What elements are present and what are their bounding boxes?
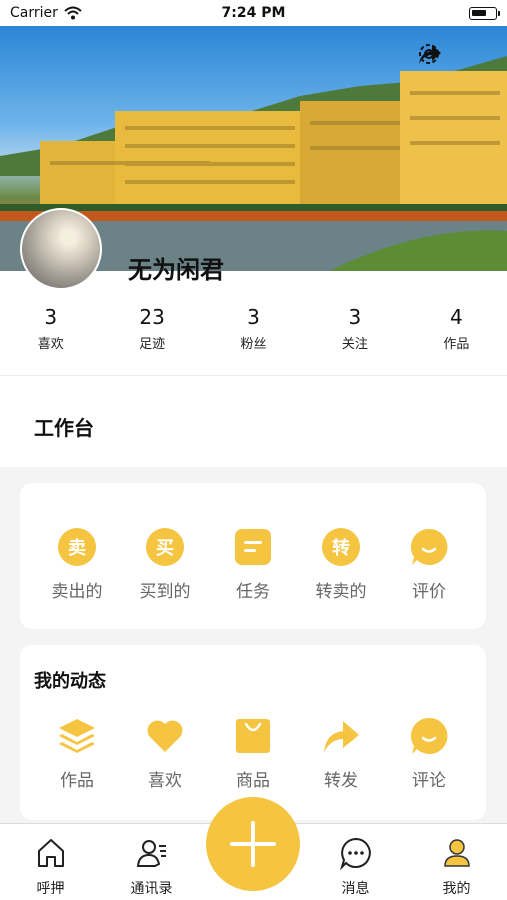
item-label: 买到的 (139, 582, 191, 602)
profile-icon (443, 839, 470, 867)
stat-likes[interactable]: 3 喜欢 (0, 305, 101, 375)
workspace-section: 工作台 (0, 375, 507, 467)
orders-reviews[interactable]: 评价 (385, 527, 473, 602)
carrier-label: Carrier (10, 5, 58, 21)
username: 无为闲君 (128, 256, 224, 284)
review-icon (410, 528, 448, 565)
item-label: 喜欢 (148, 771, 182, 791)
stat-value: 4 (449, 305, 463, 329)
resell-glyph: 转 (332, 537, 350, 559)
status-left: Carrier (10, 5, 82, 21)
dynamics-comments[interactable]: 评论 (385, 716, 473, 791)
task-icon (235, 529, 271, 565)
orders-bought[interactable]: 买 买到的 (121, 527, 209, 602)
stat-fans[interactable]: 3 粉丝 (203, 305, 304, 375)
publish-button[interactable] (206, 797, 300, 891)
wifi-icon (64, 6, 82, 20)
message-icon (339, 837, 371, 871)
stat-label: 关注 (341, 337, 368, 352)
orders-card: 卖 卖出的 买 买到的 任务 转 转卖的 评价 (20, 483, 486, 629)
dynamics-products[interactable]: 商品 (209, 716, 297, 791)
resell-icon: 转 (322, 528, 360, 566)
settings-gear-icon[interactable] (419, 40, 493, 68)
orders-tasks[interactable]: 任务 (209, 527, 297, 602)
item-label: 作品 (60, 771, 94, 791)
home-icon (37, 839, 64, 867)
forward-icon (324, 721, 359, 752)
layers-icon (59, 719, 95, 753)
tab-label: 消息 (341, 881, 370, 897)
dynamics-row: 作品 喜欢 商品 转发 评论 (20, 716, 486, 791)
tab-messages[interactable]: 消息 (305, 824, 406, 900)
dynamics-likes[interactable]: 喜欢 (121, 716, 209, 791)
tab-contacts[interactable]: 通讯录 (101, 824, 202, 900)
item-label: 评价 (412, 582, 446, 602)
stat-works[interactable]: 4 作品 (406, 305, 507, 375)
orders-resold[interactable]: 转 转卖的 (297, 527, 385, 602)
plus-icon (230, 821, 276, 867)
item-label: 转卖的 (315, 582, 367, 602)
orders-row: 卖 卖出的 买 买到的 任务 转 转卖的 评价 (20, 527, 486, 602)
buy-glyph: 买 (156, 538, 174, 559)
stat-footprints[interactable]: 23 足迹 (101, 305, 202, 375)
dynamics-title: 我的动态 (34, 671, 106, 692)
stat-value: 3 (247, 305, 260, 329)
heart-icon (147, 720, 183, 752)
tab-home[interactable]: 呼押 (0, 824, 101, 900)
item-label: 任务 (236, 582, 270, 602)
stat-value: 23 (139, 305, 165, 329)
status-bar: Carrier 7:24 PM (0, 0, 507, 26)
stat-value: 3 (348, 305, 362, 329)
battery-icon (469, 6, 500, 20)
item-label: 卖出的 (51, 582, 103, 602)
item-label: 转发 (324, 771, 358, 791)
orders-sold[interactable]: 卖 卖出的 (33, 527, 121, 602)
comment-icon (410, 717, 448, 754)
tab-label: 通讯录 (130, 881, 173, 897)
sell-glyph: 卖 (68, 537, 86, 559)
banner-actions (415, 40, 493, 68)
workspace-title: 工作台 (34, 416, 94, 440)
buy-icon: 买 (146, 528, 184, 566)
stat-value: 3 (44, 305, 58, 329)
stat-label: 作品 (443, 337, 470, 352)
dynamics-forwards[interactable]: 转发 (297, 716, 385, 791)
tab-label: 呼押 (36, 881, 65, 897)
shopping-bag-icon (236, 719, 270, 753)
stat-label: 喜欢 (37, 337, 64, 352)
tab-profile[interactable]: 我的 (406, 824, 507, 900)
stat-label: 粉丝 (240, 337, 267, 352)
dynamics-card: 我的动态 作品 喜欢 商品 转发 评论 (20, 645, 486, 820)
item-label: 商品 (236, 771, 270, 791)
item-label: 评论 (412, 771, 446, 791)
avatar[interactable] (20, 208, 102, 290)
sell-icon: 卖 (58, 528, 96, 566)
dynamics-works[interactable]: 作品 (33, 716, 121, 791)
tab-label: 我的 (442, 881, 471, 897)
contacts-icon (136, 840, 166, 867)
stat-following[interactable]: 3 关注 (304, 305, 405, 375)
stat-label: 足迹 (139, 337, 166, 352)
